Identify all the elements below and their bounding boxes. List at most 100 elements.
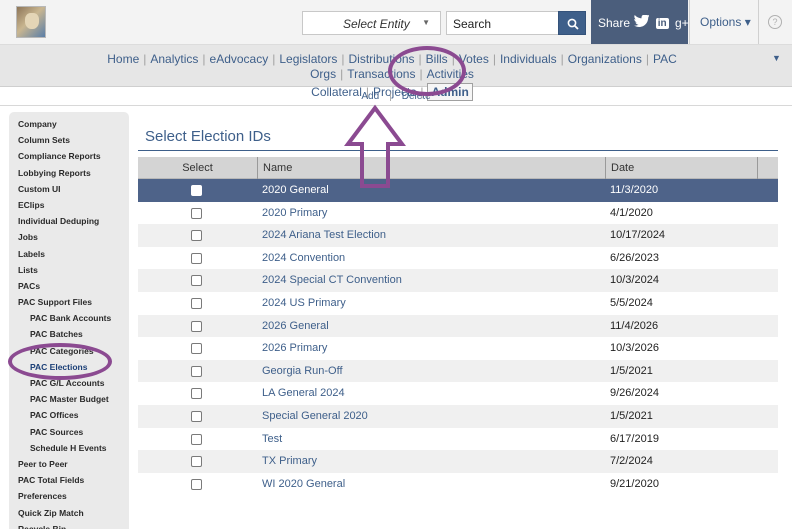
table-row[interactable]: 2020 Primary 4/1/2020 (138, 201, 778, 225)
row-checkbox[interactable] (191, 410, 202, 422)
sidebar-item-pac-total-fields[interactable]: PAC Total Fields (9, 472, 129, 488)
table-row[interactable]: 2024 US Primary 5/5/2024 (138, 291, 778, 315)
sidebar-item-pac-batches[interactable]: PAC Batches (9, 326, 129, 342)
election-name[interactable]: 2020 Primary (262, 202, 602, 225)
table-row[interactable]: Test 6/17/2019 (138, 427, 778, 451)
sidebar-item-pac-sources[interactable]: PAC Sources (9, 424, 129, 440)
collapse-menu-icon[interactable]: ▼ (772, 53, 781, 63)
table-row[interactable]: 2024 Convention 6/26/2023 (138, 246, 778, 270)
column-header-date[interactable]: Date (605, 157, 758, 179)
row-checkbox[interactable] (191, 478, 202, 490)
sidebar-item-pac-master-budget[interactable]: PAC Master Budget (9, 391, 129, 407)
row-checkbox[interactable] (191, 297, 202, 309)
row-checkbox[interactable] (191, 456, 202, 468)
election-name[interactable]: Test (262, 428, 602, 451)
election-name[interactable]: 2026 General (262, 315, 602, 338)
table-row[interactable]: 2020 General 11/3/2020 (138, 179, 778, 202)
election-name[interactable]: 2024 Convention (262, 247, 602, 270)
row-checkbox[interactable] (191, 433, 202, 445)
nav-item-legislators[interactable]: Legislators (279, 52, 337, 66)
election-name[interactable]: 2024 Special CT Convention (262, 269, 602, 292)
row-checkbox[interactable] (191, 230, 202, 242)
search-icon (567, 18, 579, 30)
election-name[interactable]: WI 2020 General (262, 473, 602, 496)
election-name[interactable]: 2026 Primary (262, 337, 602, 360)
chevron-down-icon: ▼ (422, 18, 430, 27)
row-checkbox[interactable] (191, 185, 202, 196)
election-name[interactable]: 2024 Ariana Test Election (262, 224, 602, 247)
sidebar-item-pac-offices[interactable]: PAC Offices (9, 407, 129, 423)
page-title: Select Election IDs (145, 128, 271, 145)
sidebar-item-peer-to-peer[interactable]: Peer to Peer (9, 456, 129, 472)
sidebar-item-schedule-h-events[interactable]: Schedule H Events (9, 440, 129, 456)
google-plus-icon[interactable]: g+ (675, 16, 689, 30)
row-checkbox[interactable] (191, 365, 202, 377)
nav-item-eadvocacy[interactable]: eAdvocacy (210, 52, 269, 66)
sidebar-item-eclips[interactable]: EClips (9, 197, 129, 213)
twitter-icon[interactable] (633, 14, 651, 31)
options-menu[interactable]: Options ▾ (689, 0, 759, 44)
nav-separator: | (560, 52, 564, 66)
column-header-name[interactable]: Name (257, 157, 605, 179)
sidebar-item-pac-bank-accounts[interactable]: PAC Bank Accounts (9, 310, 129, 326)
table-row[interactable]: WI 2020 General 9/21/2020 (138, 472, 778, 496)
sidebar-item-quick-zip-match[interactable]: Quick Zip Match (9, 505, 129, 521)
election-name[interactable]: LA General 2024 (262, 382, 602, 405)
select-cell (138, 179, 257, 202)
search-input[interactable]: Search (446, 11, 560, 35)
table-row[interactable]: 2026 General 11/4/2026 (138, 314, 778, 338)
elections-grid: Select Name Date 2020 General 11/3/2020 20… (138, 157, 778, 496)
help-icon[interactable]: ? (768, 15, 782, 29)
election-date: 10/3/2026 (610, 342, 659, 355)
election-name[interactable]: TX Primary (262, 450, 602, 473)
row-checkbox[interactable] (191, 252, 202, 264)
election-name[interactable]: 2020 General (262, 179, 602, 202)
sidebar-item-jobs[interactable]: Jobs (9, 229, 129, 245)
election-date: 5/5/2024 (610, 296, 653, 309)
sidebar-item-individual-deduping[interactable]: Individual Deduping (9, 213, 129, 229)
sidebar-item-lobbying-reports[interactable]: Lobbying Reports (9, 165, 129, 181)
sidebar-item-company[interactable]: Company (9, 116, 129, 132)
select-entity-dropdown[interactable]: Select Entity ▼ (302, 11, 441, 35)
nav-item-organizations[interactable]: Organizations (568, 52, 642, 66)
table-row[interactable]: Special General 2020 1/5/2021 (138, 404, 778, 428)
column-header-select[interactable]: Select (138, 157, 257, 179)
table-row[interactable]: TX Primary 7/2/2024 (138, 450, 778, 473)
election-name[interactable]: Georgia Run-Off (262, 360, 602, 383)
row-checkbox[interactable] (191, 343, 202, 355)
row-checkbox[interactable] (191, 388, 202, 400)
separator: | (389, 91, 392, 102)
sidebar-item-custom-ui[interactable]: Custom UI (9, 181, 129, 197)
table-row[interactable]: LA General 2024 9/26/2024 (138, 382, 778, 405)
sidebar-item-lists[interactable]: Lists (9, 262, 129, 278)
dog-photo-logo[interactable] (16, 6, 46, 38)
select-cell (138, 224, 257, 247)
nav-item-analytics[interactable]: Analytics (150, 52, 198, 66)
row-checkbox[interactable] (191, 207, 202, 219)
sidebar-item-pacs[interactable]: PACs (9, 278, 129, 294)
sidebar-item-recycle-bin[interactable]: Recycle Bin (9, 521, 129, 529)
table-row[interactable]: Georgia Run-Off 1/5/2021 (138, 359, 778, 383)
table-row[interactable]: 2024 Ariana Test Election 10/17/2024 (138, 224, 778, 247)
select-cell (138, 269, 257, 292)
select-cell (138, 450, 257, 473)
row-checkbox[interactable] (191, 275, 202, 287)
linkedin-icon[interactable]: in (655, 17, 669, 29)
search-button[interactable] (558, 11, 586, 35)
nav-item-individuals[interactable]: Individuals (500, 52, 557, 66)
sidebar-item-column-sets[interactable]: Column Sets (9, 132, 129, 148)
select-cell (138, 315, 257, 338)
sidebar-item-preferences[interactable]: Preferences (9, 488, 129, 504)
select-cell (138, 360, 257, 383)
election-name[interactable]: 2024 US Primary (262, 292, 602, 315)
sidebar-item-pac-support-files[interactable]: PAC Support Files (9, 294, 129, 310)
table-row[interactable]: 2026 Primary 10/3/2026 (138, 337, 778, 360)
table-row[interactable]: 2024 Special CT Convention 10/3/2024 (138, 269, 778, 292)
row-checkbox[interactable] (191, 320, 202, 332)
sidebar-item-labels[interactable]: Labels (9, 246, 129, 262)
nav-item-home[interactable]: Home (107, 52, 139, 66)
sidebar-item-compliance-reports[interactable]: Compliance Reports (9, 148, 129, 164)
election-name[interactable]: Special General 2020 (262, 405, 602, 428)
share-button[interactable]: Share in g+ (591, 0, 689, 44)
add-link[interactable]: Add (361, 91, 379, 102)
